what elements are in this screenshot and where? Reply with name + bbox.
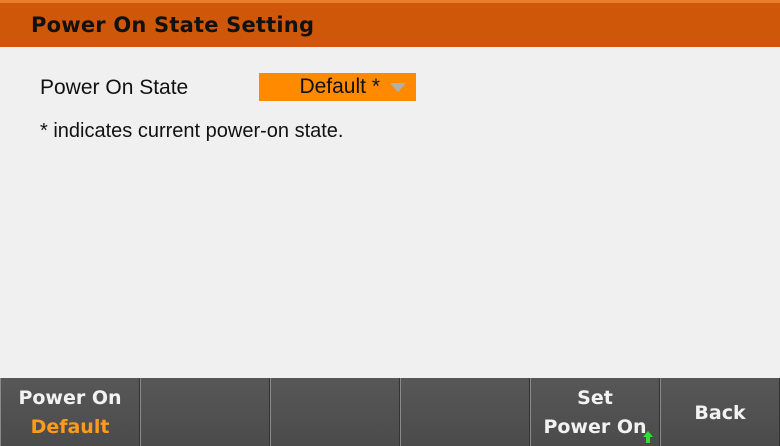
title-bar: Power On State Setting [0, 0, 780, 47]
softkey-4-button[interactable] [400, 378, 530, 446]
chevron-down-icon [390, 83, 406, 92]
back-button[interactable]: Back [660, 378, 780, 446]
softkey-2-button[interactable] [140, 378, 270, 446]
softkey-sublabel: Power On [543, 416, 647, 438]
set-power-on-button[interactable]: Set Power On [530, 378, 660, 446]
current-state-note: * indicates current power-on state. [40, 120, 344, 142]
softkey-3-button[interactable] [270, 378, 400, 446]
softkey-sublabel: Default [30, 416, 110, 438]
softkey-bar: Power On Default Set Power On Back [0, 378, 780, 446]
softkey-label: Back [694, 402, 746, 424]
softkey-label: Set [577, 387, 613, 409]
content-panel: Power On State Default * * indicates cur… [0, 47, 780, 378]
power-on-state-label: Power On State [40, 76, 189, 99]
softkey-label: Power On [18, 387, 122, 409]
power-on-default-button[interactable]: Power On Default [0, 378, 140, 446]
page-title: Power On State Setting [31, 13, 315, 37]
up-arrow-icon [643, 431, 653, 443]
dropdown-selected-value: Default * [299, 75, 380, 98]
power-on-state-dropdown[interactable]: Default * [259, 73, 416, 101]
